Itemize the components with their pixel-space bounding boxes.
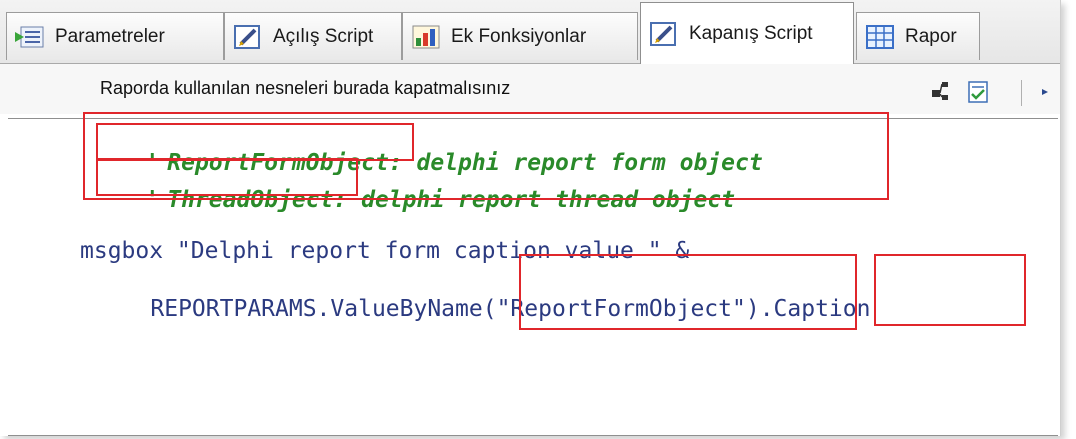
- code-call: REPORTPARAMS.ValueByName: [150, 296, 483, 322]
- object-tree-icon[interactable]: [930, 80, 954, 104]
- script-edit-icon: [233, 24, 263, 50]
- tab-label: Parametreler: [55, 25, 165, 47]
- tab-label: Rapor: [905, 25, 957, 47]
- highlight-argument: [519, 254, 857, 330]
- tab-kapanis-script[interactable]: Kapanış Script: [640, 2, 854, 64]
- run-arrow-icon[interactable]: [1034, 80, 1054, 104]
- tab-label: Kapanış Script: [689, 22, 813, 44]
- highlight-reportformobject: [96, 123, 414, 161]
- chart-functions-icon: [411, 24, 441, 50]
- highlight-threadobject: [96, 158, 358, 196]
- tab-bar: Parametreler Açılış Script Ek Fonksiyonl…: [0, 0, 1060, 64]
- tab-label: Açılış Script: [273, 25, 374, 47]
- script-editor-window: Parametreler Açılış Script Ek Fonksiyonl…: [0, 0, 1061, 436]
- highlight-caption: [874, 254, 1026, 326]
- grid-table-icon: [865, 24, 895, 50]
- script-edit-icon: [649, 21, 679, 47]
- editor-gutter: [8, 119, 70, 435]
- checklist-icon[interactable]: [966, 80, 990, 104]
- tab-parametreler[interactable]: Parametreler: [6, 12, 224, 60]
- toolbar-separator: [1021, 80, 1022, 106]
- tab-label: Ek Fonksiyonlar: [451, 25, 587, 47]
- list-arrow-icon: [15, 24, 45, 50]
- tab-acilis-script[interactable]: Açılış Script: [224, 12, 402, 60]
- tab-rapor[interactable]: Rapor: [856, 12, 980, 60]
- toolbar-hint-text: Raporda kullanılan nesneleri burada kapa…: [100, 78, 511, 98]
- tab-ek-fonksiyonlar[interactable]: Ek Fonksiyonlar: [402, 12, 638, 60]
